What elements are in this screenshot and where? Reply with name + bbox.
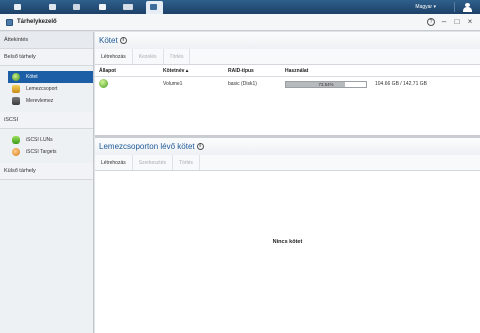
maximize-icon[interactable]: □ [453, 18, 461, 26]
info-icon[interactable]: i [196, 143, 204, 150]
sidebar-item-hdd[interactable]: Merevlemez [8, 95, 93, 107]
sidebar: Áttekintés Belső tárhely Kötet Lemezcsop… [0, 32, 94, 333]
sidebar-item-volume[interactable]: Kötet [8, 71, 93, 83]
usage-cell: 73.54% 104.66 GB / 142.71 GB [285, 80, 480, 88]
apps-icon[interactable] [97, 2, 108, 12]
volume-toolbar: Létrehozás Kezelés Törlés [95, 49, 480, 65]
sidebar-section-iscsi[interactable]: iSCSI [0, 112, 93, 129]
main-content: Kötet i Létrehozás Kezelés Törlés Állapo… [95, 32, 480, 333]
fw-icon[interactable] [121, 2, 135, 12]
volume-icon [12, 73, 20, 81]
taskbar-right: Magyar ▾ [415, 0, 480, 14]
manage-button[interactable]: Kezelés [133, 49, 164, 64]
sidebar-item-label: Lemezcsoport [26, 86, 58, 92]
column-name[interactable]: Kötetnév ▴ [163, 68, 228, 74]
usage-bar: 73.54% [285, 80, 367, 88]
create-button[interactable]: Létrehozás [95, 155, 133, 170]
close-icon[interactable]: × [466, 18, 474, 26]
usage-percent: 73.54% [318, 81, 334, 87]
window-controls: ? – □ × [427, 18, 474, 26]
sidebar-item-label: Merevlemez [26, 98, 54, 104]
sidebar-section-internal[interactable]: Belső tárhely [0, 49, 93, 66]
sidebar-item-disk-group[interactable]: Lemezcsoport [8, 83, 93, 95]
status-ok-icon [99, 78, 108, 88]
empty-message: Nincs kötet [272, 239, 303, 245]
column-raid[interactable]: RAID-típus [228, 68, 285, 74]
help-icon[interactable]: ? [427, 18, 435, 26]
hdd-icon [12, 97, 20, 105]
settings-icon[interactable] [71, 2, 82, 12]
user-icon[interactable] [463, 2, 472, 12]
sidebar-item-iscsi-luns[interactable]: iSCSI LUNs [8, 134, 93, 146]
window-titlebar: Tárhelykezelő ? – □ × [0, 14, 480, 31]
delete-button[interactable]: Törlés [164, 49, 191, 64]
window-title: Tárhelykezelő [17, 19, 57, 25]
disk-group-panel-title: Lemezcsoporton lévő kötet [99, 142, 195, 151]
disk-group-volume-panel: Lemezcsoporton lévő kötet i Létrehozás S… [95, 138, 480, 171]
iscsi-lun-icon [12, 136, 20, 144]
storage-icon[interactable] [47, 2, 58, 12]
disk-group-panel-header: Lemezcsoporton lévő kötet i [95, 138, 480, 155]
language-selector[interactable]: Magyar ▾ [415, 4, 436, 10]
column-usage[interactable]: Használat [285, 68, 480, 74]
iscsi-target-icon [12, 148, 20, 156]
sidebar-item-label: iSCSI Targets [26, 149, 57, 155]
sidebar-item-label: iSCSI LUNs [26, 137, 53, 143]
home-icon[interactable] [12, 2, 23, 12]
edit-button[interactable]: Szerkesztés [133, 155, 173, 170]
sidebar-item-label: Kötet [26, 74, 38, 80]
disk-group-toolbar: Létrehozás Szerkesztés Törlés [95, 155, 480, 171]
volume-panel-title: Kötet [99, 36, 118, 45]
sidebar-section-external[interactable]: Külső tárhely [0, 163, 93, 180]
volume-panel-header: Kötet i [95, 32, 480, 49]
minimize-icon[interactable]: – [440, 18, 448, 26]
storage-manager-app-icon [6, 18, 13, 26]
info-icon[interactable]: i [119, 37, 127, 44]
capacity-text: 104.66 GB / 142.71 GB [375, 81, 427, 87]
column-status[interactable]: Állapot [95, 68, 163, 74]
disk-group-icon [12, 85, 20, 93]
create-button[interactable]: Létrehozás [95, 49, 133, 64]
sidebar-item-iscsi-targets[interactable]: iSCSI Targets [8, 146, 93, 158]
sidebar-overview[interactable]: Áttekintés [0, 32, 93, 49]
delete-button[interactable]: Törlés [173, 155, 200, 170]
taskbar: Magyar ▾ [0, 0, 480, 14]
table-row[interactable]: Volume1 basic (Disk1) 73.54% 104.66 GB /… [95, 77, 480, 91]
status-cell [95, 78, 163, 90]
volume-table-header: Állapot Kötetnév ▴ RAID-típus Használat [95, 65, 480, 77]
volume-name-cell: Volume1 [163, 81, 183, 87]
raid-cell: basic (Disk1) [228, 81, 257, 87]
storage-manager-icon[interactable] [146, 1, 163, 14]
taskbar-separator [454, 2, 455, 12]
